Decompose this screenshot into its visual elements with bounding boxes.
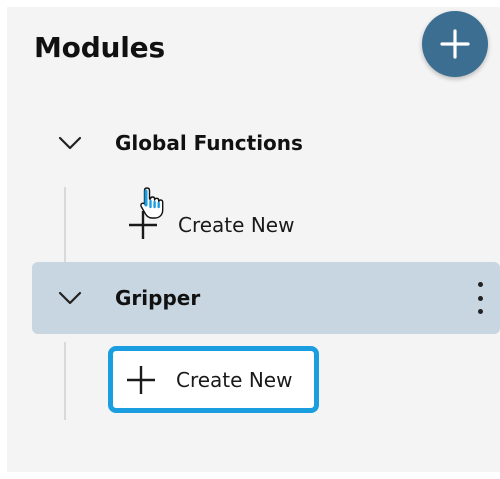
plus-icon <box>440 29 470 59</box>
kebab-menu-icon[interactable] <box>474 278 486 318</box>
group-header-gripper[interactable]: Gripper <box>32 262 500 334</box>
plus-icon <box>127 365 155 394</box>
tree-connector <box>64 187 66 267</box>
create-new-label: Create New <box>178 213 295 237</box>
group-header-global-functions[interactable]: Global Functions <box>32 107 500 179</box>
chevron-down-icon[interactable] <box>58 291 82 305</box>
kebab-dot <box>477 282 483 287</box>
add-module-button[interactable] <box>422 11 488 77</box>
hand-pointer-icon <box>140 187 164 219</box>
tree-connector <box>64 342 66 420</box>
modules-panel: Modules Global Functions Create New Grip… <box>7 7 500 472</box>
kebab-dot <box>477 309 483 314</box>
kebab-dot <box>477 295 483 301</box>
panel-title: Modules <box>34 31 165 64</box>
group-label: Global Functions <box>115 131 303 155</box>
chevron-down-icon[interactable] <box>58 136 82 150</box>
create-new-gripper[interactable]: Create New <box>108 346 320 413</box>
group-label: Gripper <box>115 286 201 310</box>
create-new-label: Create New <box>176 367 293 392</box>
